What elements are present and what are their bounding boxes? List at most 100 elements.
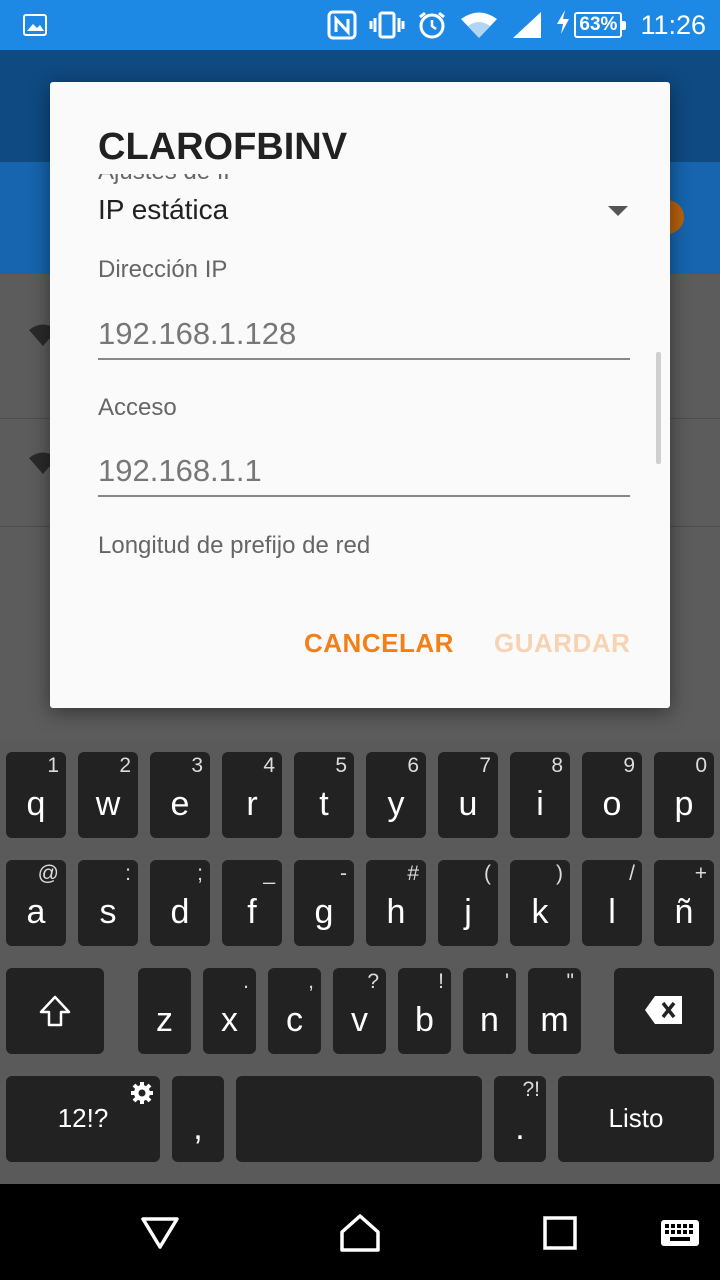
key-label: p — [674, 785, 694, 823]
space-key[interactable] — [236, 1076, 482, 1162]
key-o[interactable]: 9o — [582, 752, 642, 838]
key-hint: ! — [438, 970, 444, 993]
keyboard-switch-button[interactable] — [650, 1204, 710, 1264]
key-hint: @ — [37, 862, 59, 885]
key-label: o — [602, 785, 622, 823]
key-label: c — [286, 1001, 303, 1039]
key-i[interactable]: 8i — [510, 752, 570, 838]
key-hint: / — [629, 862, 635, 885]
ip-settings-value: IP estática — [98, 194, 229, 225]
key-hint: " — [566, 970, 574, 993]
key-w[interactable]: 2w — [78, 752, 138, 838]
key-hint: + — [694, 862, 707, 885]
key-g[interactable]: -g — [294, 860, 354, 946]
settings-gear-icon — [130, 1081, 154, 1110]
dropdown-arrow-icon — [608, 206, 628, 216]
key-hint: 2 — [119, 754, 131, 777]
key-a[interactable]: @ a — [6, 860, 66, 946]
key-label: z — [156, 1001, 173, 1039]
key-label: j — [464, 893, 472, 931]
key-e[interactable]: 3e — [150, 752, 210, 838]
symbols-key[interactable]: 12!? — [6, 1076, 160, 1162]
key-hint: # — [407, 862, 419, 885]
key-s[interactable]: :s — [78, 860, 138, 946]
done-key-label: Listo — [608, 1103, 664, 1133]
key-q[interactable]: 1q — [6, 752, 66, 838]
key-hint: 5 — [335, 754, 347, 777]
key-hint: ( — [484, 862, 491, 885]
key-m[interactable]: " m — [528, 968, 581, 1054]
key-label: s — [99, 893, 117, 931]
key-hint: _ — [263, 862, 275, 885]
key-hint: - — [340, 862, 347, 885]
key-label: ñ — [674, 893, 694, 931]
back-button[interactable] — [130, 1204, 190, 1264]
cancel-button[interactable]: CANCELAR — [304, 628, 454, 659]
key-hint: 3 — [191, 754, 203, 777]
key-y[interactable]: 6y — [366, 752, 426, 838]
key-l[interactable]: / l — [582, 860, 642, 946]
key-x[interactable]: .x — [203, 968, 256, 1054]
key-hint: 9 — [623, 754, 635, 777]
key-u[interactable]: 7u — [438, 752, 498, 838]
vibrate-icon — [369, 9, 405, 41]
recents-button[interactable] — [530, 1204, 590, 1264]
key-label: g — [314, 893, 334, 931]
key-h[interactable]: # h — [366, 860, 426, 946]
charging-icon — [555, 9, 571, 41]
key-k[interactable]: ) k — [510, 860, 570, 946]
home-button[interactable] — [330, 1204, 390, 1264]
image-icon — [22, 12, 48, 38]
key-label: i — [536, 785, 544, 823]
key-t[interactable]: 5t — [294, 752, 354, 838]
key-p[interactable]: 0p — [654, 752, 714, 838]
back-icon — [140, 1215, 180, 1254]
key-j[interactable]: (j — [438, 860, 498, 946]
period-key[interactable]: ?! . — [494, 1076, 546, 1162]
comma-key[interactable]: , — [172, 1076, 224, 1162]
key-label: v — [351, 1001, 368, 1039]
key-hint: 6 — [407, 754, 419, 777]
ip-address-input[interactable] — [98, 310, 630, 360]
battery-percent: 63% — [579, 14, 618, 35]
key-label: b — [415, 1001, 434, 1039]
done-key[interactable]: Listo — [558, 1076, 714, 1162]
home-icon — [338, 1212, 382, 1257]
key-hint: ' — [504, 970, 509, 993]
key-r[interactable]: 4r — [222, 752, 282, 838]
key-hint: , — [308, 970, 314, 993]
dialog-title: CLAROFBINV — [98, 126, 638, 174]
gateway-input[interactable] — [98, 447, 630, 497]
key-label: a — [26, 893, 46, 931]
key-b[interactable]: ! b — [398, 968, 451, 1054]
dialog-scrollbar[interactable] — [656, 352, 661, 464]
key-c[interactable]: ,c — [268, 968, 321, 1054]
key-label: w — [95, 785, 121, 823]
key-d[interactable]: ; d — [150, 860, 210, 946]
nfc-icon — [327, 9, 357, 41]
save-button[interactable]: GUARDAR — [494, 628, 630, 659]
key-n[interactable]: ' n — [463, 968, 516, 1054]
keyboard-icon — [660, 1219, 700, 1250]
soft-keyboard: 12!? , ?! . Listo 1 q 2 w 3 e 4 r 5 t 6 y 7 u 8 i 9 o 0 p @ a… — [0, 740, 720, 1184]
key-v[interactable]: ? v — [333, 968, 386, 1054]
key-z[interactable]: z — [138, 968, 191, 1054]
key-ñ[interactable]: + ñ — [654, 860, 714, 946]
signal-icon — [511, 9, 543, 41]
shift-key[interactable] — [6, 968, 104, 1054]
key-label: k — [531, 893, 549, 931]
key-hint: 1 — [47, 754, 59, 777]
alarm-icon — [417, 9, 447, 41]
key-label: f — [247, 893, 257, 931]
key-label: y — [387, 785, 405, 823]
key-hint: 4 — [263, 754, 275, 777]
backspace-icon — [614, 994, 714, 1026]
ip-settings-dropdown[interactable]: IP estática — [98, 194, 630, 234]
comma-key-label: , — [193, 1109, 203, 1147]
status-bar: 63% 11:26 — [0, 0, 720, 50]
backspace-key[interactable] — [614, 968, 714, 1054]
key-label: x — [221, 1001, 238, 1039]
key-f[interactable]: _ f — [222, 860, 282, 946]
wifi-config-dialog: CLAROFBINV Ajustes de IP IP estática Dir… — [50, 82, 670, 708]
key-hint: ? — [367, 970, 379, 993]
